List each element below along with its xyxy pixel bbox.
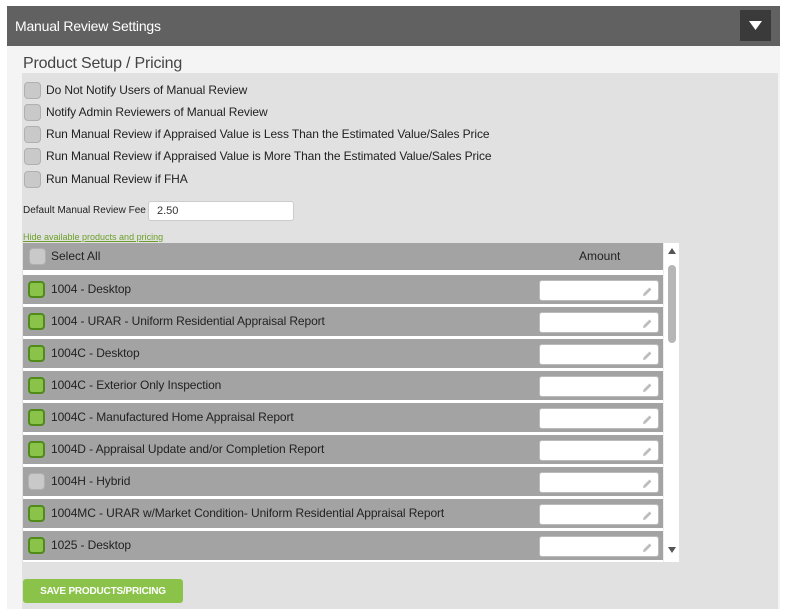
product-label: 1004C - Manufactured Home Appraisal Repo… bbox=[51, 410, 294, 424]
product-label: 1004MC - URAR w/Market Condition- Unifor… bbox=[51, 506, 445, 520]
product-checkbox[interactable] bbox=[28, 377, 45, 394]
caret-down-icon bbox=[749, 21, 762, 30]
option-label: Run Manual Review if Appraised Value is … bbox=[46, 149, 492, 163]
product-checkbox[interactable] bbox=[28, 313, 45, 330]
amount-input[interactable] bbox=[539, 440, 659, 461]
amount-input[interactable] bbox=[539, 504, 659, 525]
pencil-icon bbox=[643, 351, 652, 360]
product-row: 1004D - Appraisal Update and/or Completi… bbox=[23, 435, 663, 464]
option-review-if-fha[interactable]: Run Manual Review if FHA bbox=[24, 170, 188, 188]
product-checkbox[interactable] bbox=[28, 441, 45, 458]
option-notify-admin-reviewers[interactable]: Notify Admin Reviewers of Manual Review bbox=[24, 103, 268, 121]
product-row: 1004H - Hybrid bbox=[23, 467, 663, 496]
section-title: Product Setup / Pricing bbox=[23, 55, 183, 72]
product-label: 1004 - URAR - Uniform Residential Apprai… bbox=[51, 314, 325, 328]
product-checkbox[interactable] bbox=[28, 345, 45, 362]
product-label: 1004C - Exterior Only Inspection bbox=[51, 378, 222, 392]
product-row: 1004 - URAR - Uniform Residential Apprai… bbox=[23, 307, 663, 336]
scroll-down-arrow-icon[interactable] bbox=[668, 547, 676, 553]
option-review-if-more-than[interactable]: Run Manual Review if Appraised Value is … bbox=[24, 147, 492, 165]
collapse-toggle-button[interactable] bbox=[740, 10, 771, 41]
select-all-checkbox[interactable] bbox=[29, 248, 46, 265]
product-checkbox[interactable] bbox=[28, 409, 45, 426]
amount-column-header: Amount bbox=[579, 249, 621, 263]
product-row: 1004C - Desktop bbox=[23, 339, 663, 368]
product-row: 1025 - Desktop bbox=[23, 531, 663, 560]
product-checkbox[interactable] bbox=[28, 505, 45, 522]
default-fee-label: Default Manual Review Fee bbox=[23, 205, 146, 216]
pencil-icon bbox=[643, 447, 652, 456]
amount-input[interactable] bbox=[539, 312, 659, 333]
option-checkbox[interactable] bbox=[24, 81, 41, 99]
option-label: Notify Admin Reviewers of Manual Review bbox=[46, 105, 268, 119]
option-checkbox[interactable] bbox=[24, 147, 41, 165]
product-label: 1004 - Desktop bbox=[51, 282, 131, 296]
product-checkbox[interactable] bbox=[28, 473, 45, 490]
amount-input[interactable] bbox=[539, 280, 659, 301]
pencil-icon bbox=[643, 479, 652, 488]
pencil-icon bbox=[643, 287, 652, 296]
scroll-up-arrow-icon[interactable] bbox=[668, 248, 676, 254]
pencil-icon bbox=[643, 511, 652, 520]
hide-products-link[interactable]: Hide available products and pricing bbox=[23, 232, 163, 242]
product-checkbox[interactable] bbox=[28, 537, 45, 554]
product-label: 1025 - Desktop bbox=[51, 538, 131, 552]
pencil-icon bbox=[643, 415, 652, 424]
pencil-icon bbox=[643, 543, 652, 552]
product-list-scrollbar[interactable] bbox=[663, 243, 679, 562]
option-checkbox[interactable] bbox=[24, 103, 41, 121]
header-title: Manual Review Settings bbox=[15, 18, 161, 34]
product-pricing-list: Select All Amount 1004 - Desktop 1004 - … bbox=[23, 243, 679, 562]
pencil-icon bbox=[643, 319, 652, 328]
amount-input[interactable] bbox=[539, 376, 659, 397]
settings-header: Manual Review Settings bbox=[7, 6, 780, 46]
option-label: Do Not Notify Users of Manual Review bbox=[46, 83, 248, 97]
option-label: Run Manual Review if Appraised Value is … bbox=[46, 127, 490, 141]
product-row: 1004 - Desktop bbox=[23, 275, 663, 304]
option-checkbox[interactable] bbox=[24, 170, 41, 188]
amount-input[interactable] bbox=[539, 344, 659, 365]
amount-input[interactable] bbox=[539, 472, 659, 493]
option-label: Run Manual Review if FHA bbox=[46, 172, 188, 186]
default-fee-input[interactable] bbox=[148, 201, 294, 221]
pencil-icon bbox=[643, 383, 652, 392]
scroll-thumb[interactable] bbox=[668, 265, 676, 343]
amount-input[interactable] bbox=[539, 408, 659, 429]
save-products-pricing-button[interactable]: SAVE PRODUCTS/PRICING bbox=[23, 579, 183, 603]
product-list-header: Select All Amount bbox=[23, 243, 663, 270]
product-checkbox[interactable] bbox=[28, 281, 45, 298]
product-row: 1004MC - URAR w/Market Condition- Unifor… bbox=[23, 499, 663, 528]
product-label: 1004D - Appraisal Update and/or Completi… bbox=[51, 442, 325, 456]
product-label: 1004H - Hybrid bbox=[51, 474, 131, 488]
product-row: 1004C - Exterior Only Inspection bbox=[23, 371, 663, 400]
amount-input[interactable] bbox=[539, 536, 659, 557]
option-checkbox[interactable] bbox=[24, 125, 41, 143]
product-row: 1004C - Manufactured Home Appraisal Repo… bbox=[23, 403, 663, 432]
product-label: 1004C - Desktop bbox=[51, 346, 140, 360]
option-do-not-notify-users[interactable]: Do Not Notify Users of Manual Review bbox=[24, 81, 247, 99]
option-review-if-less-than[interactable]: Run Manual Review if Appraised Value is … bbox=[24, 125, 490, 143]
select-all-label: Select All bbox=[51, 249, 101, 263]
